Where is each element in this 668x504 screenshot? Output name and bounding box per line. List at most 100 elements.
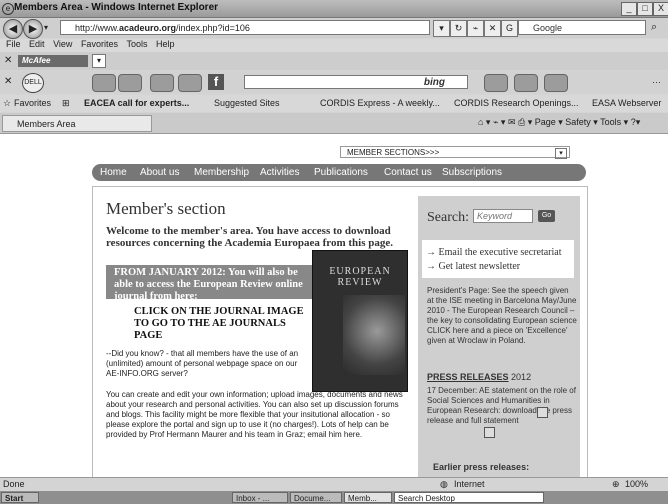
favorites-button[interactable]: Favorites (14, 98, 51, 108)
refresh-icon[interactable]: ↻ (450, 20, 467, 37)
newsletter-label: Get latest newsletter (438, 261, 521, 272)
press-releases-year: 2012 (511, 372, 532, 382)
chevron-down-icon[interactable]: ▾ (555, 148, 567, 159)
press-release-download-icon[interactable] (537, 407, 548, 418)
journal-artwork (343, 295, 405, 375)
nav-membership[interactable]: Membership (194, 167, 249, 178)
newsletter-link[interactable]: → Get latest newsletter (426, 261, 520, 272)
globe-icon: ◍ (440, 479, 448, 489)
journal-cover-image[interactable]: EUROPEAN REVIEW (312, 250, 408, 392)
more-icon[interactable]: ··· (652, 77, 661, 87)
like-icon[interactable] (484, 74, 508, 92)
url-prefix: http://www. (75, 23, 120, 33)
print-icon[interactable]: ⎙ ▾ (518, 117, 532, 127)
maximize-button[interactable]: □ (637, 2, 653, 16)
mcafee-toolbar: ✕ McAfee ▾ (0, 52, 668, 70)
did-you-know-text: --Did you know? - that all members have … (106, 349, 299, 378)
feeds-icon[interactable]: ⌁ ▾ (493, 117, 505, 127)
nav-publications[interactable]: Publications (314, 167, 368, 178)
menu-help[interactable]: Help (156, 39, 175, 49)
menu-favorites[interactable]: Favorites (81, 39, 118, 49)
zoom-level[interactable]: 100% (625, 479, 648, 489)
minimize-button[interactable]: _ (621, 2, 637, 16)
tab-members-area[interactable]: Members Area (2, 115, 152, 132)
menu-file[interactable]: File (6, 39, 21, 49)
url-domain: acadeuro.org (119, 23, 177, 33)
search-icon[interactable]: ⌕ (651, 21, 657, 34)
zone-text: Internet (454, 479, 485, 489)
notice-text: FROM JANUARY 2012: You will also be able… (114, 267, 303, 302)
fav-easa[interactable]: EASA Webserver (592, 98, 661, 108)
rss-icon[interactable]: ⌁ (467, 20, 484, 37)
url-path: /index.php?id=106 (176, 23, 250, 33)
favorites-bar: ☆ Favorites ⊞ EACEA call for experts... … (0, 95, 668, 112)
help-icon[interactable]: ?▾ (631, 117, 641, 127)
press-releases-heading: PRESS RELEASES 2012 (427, 372, 531, 382)
history-dropdown-icon[interactable]: ▾ (44, 23, 48, 32)
fav-suggested-sites[interactable]: Suggested Sites (214, 98, 280, 108)
fav-eacea[interactable]: EACEA call for experts... (84, 98, 189, 108)
press-releases-link[interactable]: PRESS RELEASES (427, 372, 509, 382)
member-sections-select[interactable]: MEMBER SECTIONS>>> ▾ (340, 146, 570, 159)
favorites-star-icon: ☆ (3, 98, 12, 108)
sidebar-links-box (422, 240, 574, 278)
facebook-icon[interactable]: f (208, 74, 224, 90)
close-button[interactable]: X (653, 2, 668, 16)
weather-icon[interactable] (150, 74, 174, 92)
command-menus[interactable]: Page ▾ Safety ▾ Tools ▾ (535, 117, 628, 127)
status-text: Done (3, 479, 25, 489)
nav-contact-us[interactable]: Contact us (384, 167, 432, 178)
nav-subscriptions[interactable]: Subscriptions (442, 167, 502, 178)
home-icon[interactable]: ⌂ ▾ (478, 117, 490, 127)
earlier-press-releases: Earlier press releases: (433, 462, 530, 472)
intro-text: Welcome to the member's area. You have a… (106, 225, 393, 249)
mcafee-button[interactable]: McAfee (18, 55, 88, 67)
settings-icon[interactable] (544, 74, 568, 92)
games-icon[interactable] (118, 74, 142, 92)
keyword-input[interactable] (473, 209, 533, 223)
nav-about-us[interactable]: About us (140, 167, 179, 178)
sidebar-search-label: Search: (427, 210, 469, 225)
taskbar-members[interactable]: Memb... (344, 492, 392, 503)
taskbar-documents[interactable]: Docume... (290, 492, 342, 503)
fav-cordis-express[interactable]: CORDIS Express - A weekly... (320, 98, 440, 108)
compatibility-icon[interactable]: ▾ (433, 20, 450, 37)
nav-home[interactable]: Home (100, 167, 127, 178)
close-dell-toolbar-icon[interactable]: ✕ (4, 76, 12, 87)
email-secretariat-link[interactable]: → Email the executive secretariat (426, 247, 562, 258)
full-statement-pdf-icon[interactable] (484, 427, 495, 438)
google-icon[interactable]: G (501, 20, 518, 37)
shopping-icon[interactable] (92, 74, 116, 92)
menu-tools[interactable]: Tools (126, 39, 147, 49)
close-toolbar-icon[interactable]: ✕ (4, 55, 12, 66)
stop-icon[interactable]: ✕ (484, 20, 501, 37)
journal-title: EUROPEAN REVIEW (329, 266, 391, 288)
address-input[interactable]: http://www.acadeuro.org/index.php?id=106 (60, 20, 430, 35)
mcafee-dropdown-icon[interactable]: ▾ (92, 54, 106, 68)
menu-edit[interactable]: Edit (29, 39, 45, 49)
mail-icon[interactable]: ✉ (508, 117, 516, 127)
status-bar: Done ◍ Internet ⊕ 100% (0, 477, 668, 491)
start-button[interactable]: Start (1, 492, 39, 503)
dell-toolbar: ✕ DELL f bing ··· (0, 71, 668, 93)
taskbar: Start Inbox - ... Docume... Memb... Sear… (0, 491, 668, 504)
zoom-icon[interactable]: ⊕ (612, 479, 620, 490)
forward-button[interactable]: ▶ (23, 19, 43, 39)
fav-cordis-research[interactable]: CORDIS Research Openings... (454, 98, 579, 108)
photos-icon[interactable] (178, 74, 202, 92)
desktop-search-input[interactable]: Search Desktop (394, 492, 544, 503)
add-favorite-icon[interactable]: ⊞ (62, 98, 70, 109)
tools-icon[interactable] (514, 74, 538, 92)
page-title: Member's section (106, 199, 226, 218)
go-button[interactable]: Go (538, 210, 555, 222)
journal-link-text[interactable]: CLICK ON THE JOURNAL IMAGE TO GO TO THE … (134, 306, 310, 342)
bing-search-input[interactable]: bing (244, 75, 468, 89)
menu-view[interactable]: View (53, 39, 72, 49)
back-button[interactable]: ◀ (3, 19, 23, 39)
nav-activities[interactable]: Activities (260, 167, 299, 178)
taskbar-inbox[interactable]: Inbox - ... (232, 492, 288, 503)
command-bar: ⌂ ▾ ⌁ ▾ ✉ ⎙ ▾ Page ▾ Safety ▾ Tools ▾ ?▾ (478, 117, 640, 128)
tab-bar: Members Area ⌂ ▾ ⌁ ▾ ✉ ⎙ ▾ Page ▾ Safety… (0, 113, 668, 134)
dell-logo-icon[interactable]: DELL (22, 73, 44, 93)
search-input[interactable]: Google (518, 20, 646, 35)
